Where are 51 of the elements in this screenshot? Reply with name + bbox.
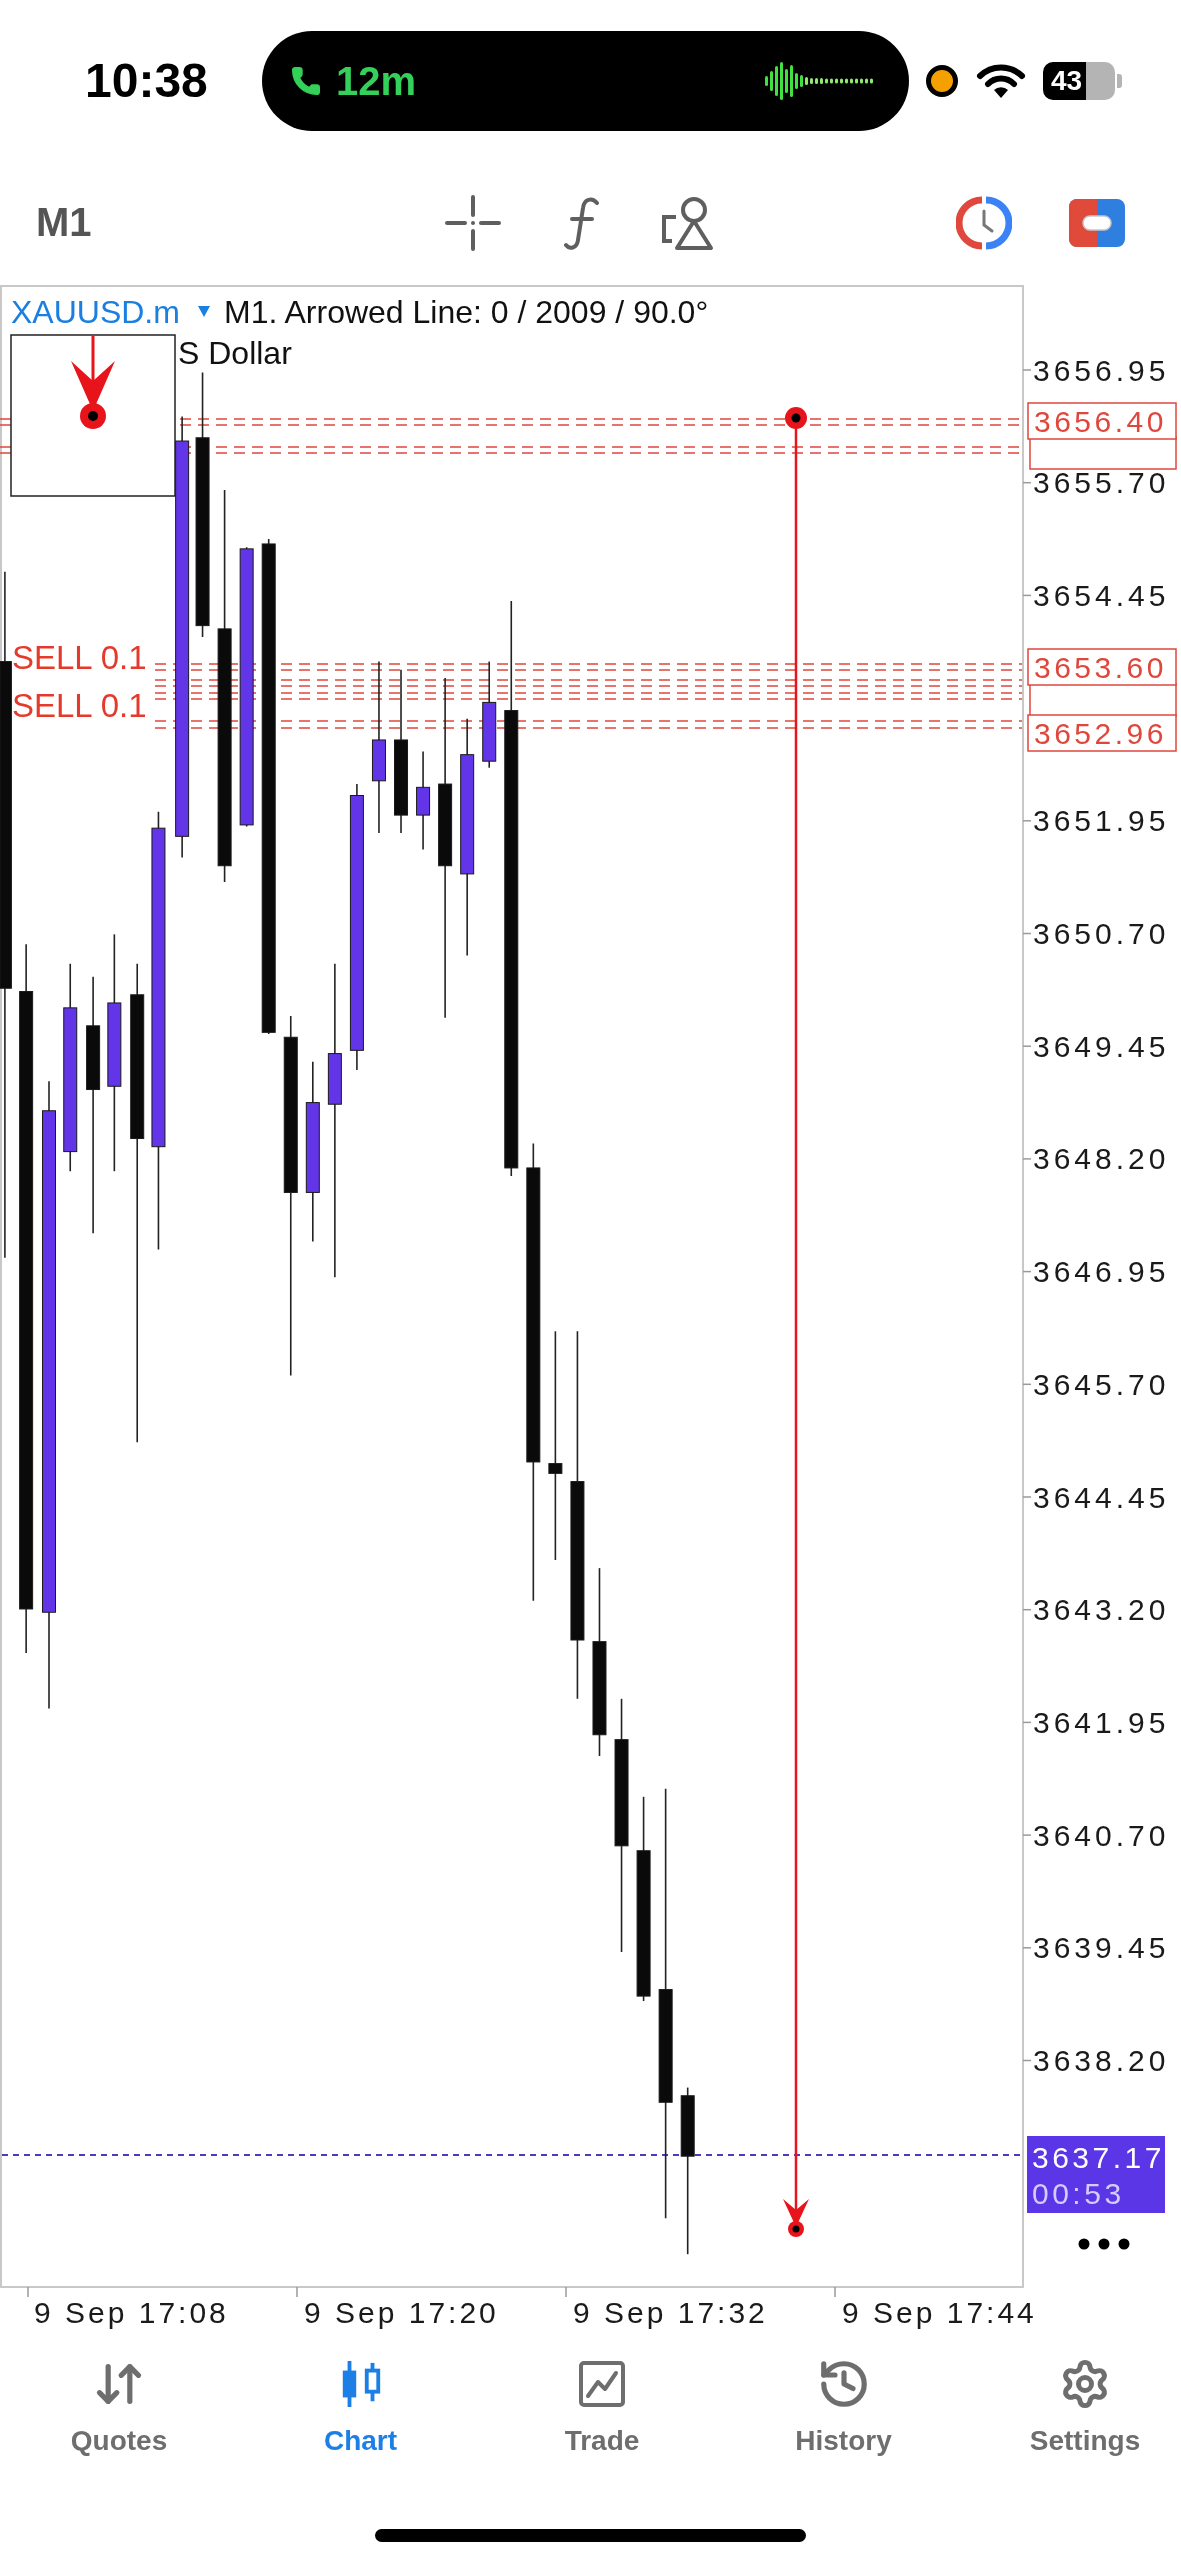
order-label: SELL 0.1 bbox=[12, 638, 147, 676]
tab[interactable]: Quotes bbox=[29, 2357, 209, 2455]
object-info: M1. Arrowed Line: 0 / 2009 / 90.0° bbox=[224, 294, 709, 330]
shapes-icon[interactable] bbox=[660, 194, 716, 251]
caret-icon[interactable] bbox=[198, 306, 210, 317]
call-indicator-pill[interactable]: 12m bbox=[262, 31, 909, 131]
more-icon[interactable] bbox=[1078, 2238, 1130, 2250]
current-price: 3637.17 bbox=[1032, 2140, 1165, 2174]
indicator-label: S Dollar bbox=[178, 335, 292, 371]
crosshair-icon[interactable] bbox=[445, 194, 501, 251]
phone-icon bbox=[290, 65, 322, 97]
price-axis-label: 3655.70 bbox=[1033, 466, 1170, 500]
price-axis-label: 3638.20 bbox=[1033, 2044, 1170, 2077]
line-chart-icon bbox=[578, 2360, 626, 2408]
tab[interactable]: History bbox=[753, 2357, 934, 2455]
price-axis-label: 3640.70 bbox=[1033, 1818, 1170, 1852]
price-axis-label: 3656.95 bbox=[1033, 353, 1170, 387]
price-axis-label: 3645.70 bbox=[1033, 1367, 1170, 1401]
price-axis-label: 3644.45 bbox=[1033, 1480, 1170, 1514]
toggle-square-icon[interactable] bbox=[1069, 198, 1125, 247]
arrowed-line[interactable] bbox=[783, 407, 809, 2237]
price-axis-label: 3646.95 bbox=[1033, 1255, 1170, 1289]
price-axis-label: 3639.45 bbox=[1033, 1931, 1170, 1965]
order-label: SELL 0.1 bbox=[12, 686, 147, 724]
arrow-icon bbox=[71, 336, 115, 429]
wifi-icon bbox=[976, 62, 1026, 100]
price-axis-label: 3641.95 bbox=[1033, 1705, 1170, 1739]
time-axis-label: 9 Sep 17:32 bbox=[573, 2295, 768, 2329]
call-duration: 12m bbox=[336, 61, 417, 101]
time-axis-label: 9 Sep 17:44 bbox=[842, 2295, 1037, 2329]
time-axis-label: 9 Sep 17:20 bbox=[304, 2295, 499, 2329]
time-axis-label: 9 Sep 17:08 bbox=[34, 2295, 229, 2329]
tab[interactable]: Settings bbox=[995, 2357, 1175, 2455]
battery-indicator: 43 bbox=[1043, 62, 1122, 100]
price-axis-label: 3648.20 bbox=[1033, 1142, 1170, 1176]
price-axis-label: 3651.95 bbox=[1033, 804, 1170, 838]
price-axis-label: 3649.45 bbox=[1033, 1029, 1170, 1063]
timeframe-label[interactable]: M1 bbox=[36, 200, 92, 244]
price-tag: 3656.40 bbox=[1027, 402, 1177, 440]
clock-ring-icon[interactable] bbox=[956, 194, 1012, 251]
price-axis-label: 3654.45 bbox=[1033, 578, 1170, 612]
price-axis-label: 3650.70 bbox=[1033, 917, 1170, 950]
countdown-timer: 00:53 bbox=[1032, 2176, 1125, 2210]
tab[interactable]: Chart bbox=[270, 2357, 451, 2455]
tab[interactable]: Trade bbox=[512, 2357, 692, 2455]
waveform-icon bbox=[765, 61, 875, 101]
symbol-selector[interactable]: XAUUSD.m bbox=[11, 294, 180, 330]
price-tag: 3652.96 bbox=[1027, 714, 1177, 752]
clock-time: 10:38 bbox=[85, 54, 208, 107]
price-tag: 3653.60 bbox=[1027, 648, 1177, 686]
price-axis-label: 3643.20 bbox=[1033, 1593, 1170, 1627]
